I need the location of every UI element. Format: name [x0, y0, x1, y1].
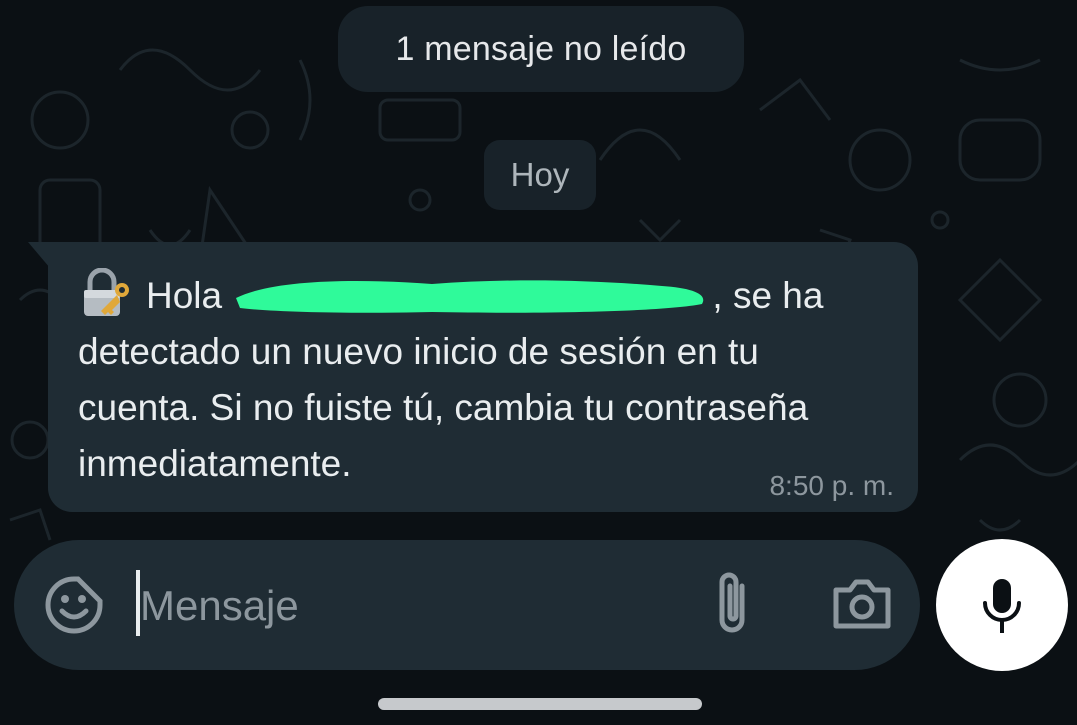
- message-composer: [14, 540, 920, 670]
- message-body: Hola , se ha detectado un nuevo inicio d…: [78, 268, 858, 492]
- microphone-icon: [983, 579, 1021, 633]
- paperclip-icon[interactable]: [708, 570, 758, 640]
- incoming-message-bubble[interactable]: Hola , se ha detectado un nuevo inicio d…: [48, 242, 918, 512]
- message-input[interactable]: [136, 572, 662, 640]
- message-timestamp: 8:50 p. m.: [769, 470, 894, 501]
- name-redaction-mark: [236, 280, 704, 313]
- message-greeting: Hola: [146, 275, 223, 316]
- date-separator-label: Hoy: [510, 156, 570, 193]
- camera-icon[interactable]: [830, 574, 894, 634]
- lock-with-key-icon: [84, 268, 129, 316]
- home-indicator-bar[interactable]: [378, 698, 702, 710]
- emoji-sticker-icon[interactable]: [44, 575, 104, 635]
- unread-messages-label: 1 mensaje no leído: [395, 29, 687, 68]
- message-bubble-tail: [28, 242, 50, 268]
- voice-message-button[interactable]: [936, 539, 1068, 671]
- chat-screen: 1 mensaje no leído Hoy Hola , se ha dete…: [0, 0, 1077, 725]
- date-separator: Hoy: [484, 140, 596, 210]
- unread-messages-banner: 1 mensaje no leído: [338, 6, 744, 92]
